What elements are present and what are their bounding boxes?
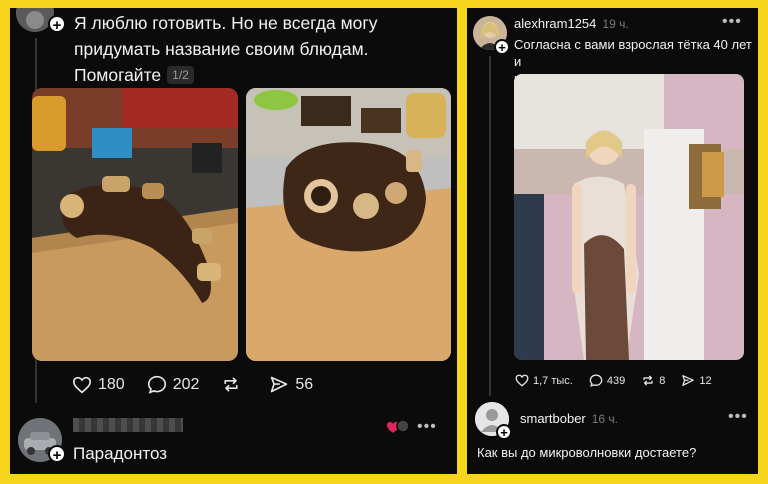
post-text-line1: Согласна с вами взрослая тётка 40 лет и: [514, 37, 752, 69]
post-photo[interactable]: [514, 74, 744, 360]
reply-time: 16 ч.: [591, 412, 619, 426]
more-icon[interactable]: •••: [722, 13, 742, 31]
comment-button[interactable]: 202: [147, 375, 200, 394]
right-post-panel: + alexhram1254 19 ч. ••• Согласна с вами …: [467, 8, 758, 474]
like-count: 180: [98, 375, 125, 393]
left-post-panel: + Я люблю готовить. Но не всегда могу пр…: [10, 8, 457, 474]
share-count: 56: [295, 375, 314, 393]
share-button[interactable]: 56: [269, 375, 313, 394]
share-button[interactable]: 12: [681, 374, 712, 387]
comment-count: 439: [606, 374, 626, 387]
repost-button[interactable]: [221, 375, 247, 394]
follow-plus-icon[interactable]: +: [496, 424, 512, 440]
image-pager[interactable]: 1/2: [167, 66, 194, 84]
post-text-line1: Я люблю готовить. Но не всегда могу: [74, 13, 378, 33]
post-text: Я люблю готовить. Но не всегда могу прид…: [74, 10, 444, 88]
follow-plus-icon[interactable]: +: [48, 15, 66, 34]
post-text-line3: Помогайте: [74, 65, 162, 85]
like-button[interactable]: 1,7 тыс.: [515, 374, 573, 387]
repost-icon: [641, 374, 655, 387]
more-icon[interactable]: •••: [417, 418, 437, 436]
repost-count: 8: [659, 374, 666, 387]
post-time: 19 ч.: [602, 17, 629, 31]
comment-count: 202: [172, 375, 200, 393]
repost-button[interactable]: 8: [641, 374, 665, 387]
comment-button[interactable]: 439: [589, 374, 625, 387]
follow-plus-icon[interactable]: +: [494, 39, 510, 55]
author-username[interactable]: alexhram1254 19 ч.: [514, 16, 629, 31]
dish-photo-1[interactable]: [32, 88, 238, 361]
post-actions: 180 202 56: [72, 375, 313, 394]
share-icon: [269, 375, 289, 394]
like-count: 1,7 тыс.: [533, 374, 573, 387]
reply-username-text: smartbober: [520, 411, 586, 426]
reply-username[interactable]: smartbober 16 ч.: [520, 411, 618, 426]
share-icon: [681, 374, 695, 387]
more-icon[interactable]: •••: [728, 408, 748, 426]
comment-icon: [147, 375, 167, 394]
share-count: 12: [699, 374, 712, 387]
post-actions: 1,7 тыс. 439 8 12: [515, 374, 712, 387]
comment-icon: [589, 374, 603, 387]
follow-plus-icon[interactable]: +: [48, 445, 66, 464]
blurred-username: [73, 418, 183, 432]
username-text: alexhram1254: [514, 16, 597, 31]
reply-text: Парадонтоз: [73, 444, 167, 463]
like-button[interactable]: 180: [72, 376, 125, 394]
thread-line: [489, 56, 491, 396]
reaction-heart-icon: [386, 418, 410, 441]
heart-icon: [515, 374, 529, 387]
reply-text: Как вы до микроволновки достаете?: [477, 445, 697, 460]
repost-icon: [221, 375, 241, 394]
heart-icon: [72, 376, 92, 394]
post-text-line2: придумать название своим блюдам.: [74, 39, 369, 59]
dish-photo-2[interactable]: [246, 88, 451, 361]
